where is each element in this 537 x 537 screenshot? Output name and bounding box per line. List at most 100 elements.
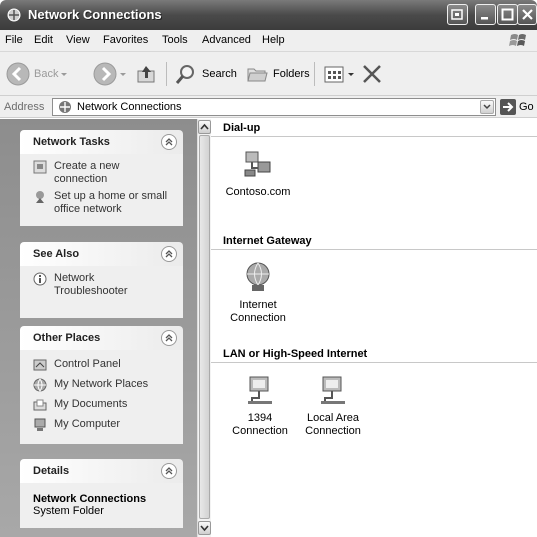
menu-favorites[interactable]: Favorites	[103, 34, 148, 46]
search-button[interactable]: Search	[174, 60, 237, 88]
connection-label: 1394 Connection	[232, 412, 288, 437]
network-tasks-header[interactable]: Network Tasks	[20, 130, 183, 154]
collapse-button[interactable]	[161, 134, 177, 150]
scroll-up-button[interactable]	[198, 120, 211, 134]
views-button[interactable]	[322, 60, 356, 88]
group-header-lan: LAN or High-Speed Internet	[223, 348, 368, 360]
scroll-thumb[interactable]	[199, 135, 210, 519]
vertical-scrollbar[interactable]	[197, 119, 211, 537]
panel-title: See Also	[33, 248, 80, 260]
lan-connection-icon	[248, 376, 272, 404]
delete-button[interactable]	[360, 60, 384, 88]
views-dropdown-icon[interactable]	[346, 62, 356, 86]
forward-button[interactable]	[93, 60, 127, 88]
my-documents-link[interactable]: My Documents	[33, 398, 175, 412]
menu-tools[interactable]: Tools	[162, 34, 188, 46]
dialup-connection-icon	[244, 151, 271, 177]
chevron-up-icon	[165, 138, 173, 146]
collapse-button[interactable]	[161, 330, 177, 346]
restore-window-icon	[451, 9, 463, 20]
go-arrow-button[interactable]	[500, 99, 516, 115]
group-divider	[211, 249, 537, 250]
menu-edit[interactable]: Edit	[34, 34, 53, 46]
scroll-down-button[interactable]	[198, 521, 211, 535]
folders-button[interactable]: Folders	[245, 60, 310, 88]
forward-arrow-icon	[93, 62, 117, 86]
group-header-dialup: Dial-up	[223, 122, 261, 134]
maximize-icon	[501, 8, 514, 21]
control-panel-link[interactable]: Control Panel	[33, 358, 175, 372]
details-header[interactable]: Details	[20, 459, 183, 483]
panel-title: Details	[33, 465, 70, 477]
connection-1394[interactable]: 1394 Connection	[220, 374, 300, 438]
go-label[interactable]: Go	[519, 101, 534, 113]
back-button[interactable]: Back	[6, 60, 68, 88]
info-icon	[33, 272, 47, 286]
address-field[interactable]: Network Connections	[52, 98, 496, 116]
go-arrow-icon	[503, 102, 514, 112]
views-icon	[324, 66, 344, 83]
up-folder-icon	[137, 66, 155, 83]
panel-title: Other Places	[33, 332, 101, 344]
menu-file[interactable]: File	[5, 34, 23, 46]
connection-contoso[interactable]: Contoso.com	[218, 148, 298, 199]
back-dropdown-icon[interactable]	[58, 62, 68, 86]
back-arrow-icon	[6, 62, 30, 86]
other-places-panel: Other Places Control Panel My Network Pl…	[20, 326, 183, 444]
panel-title: Network Tasks	[33, 136, 110, 148]
menu-advanced[interactable]: Advanced	[202, 34, 251, 46]
network-troubleshooter-link[interactable]: Network Troubleshooter	[33, 272, 175, 298]
minimize-button[interactable]	[475, 4, 496, 25]
forward-dropdown-icon[interactable]	[117, 62, 127, 86]
address-dropdown-button[interactable]	[480, 100, 494, 114]
globe-icon	[33, 378, 47, 392]
lan-connection-icon	[321, 376, 345, 404]
delete-x-icon	[363, 65, 381, 83]
other-places-header[interactable]: Other Places	[20, 326, 183, 350]
network-connections-icon	[7, 8, 21, 22]
panel-body: Control Panel My Network Places My Docum…	[20, 350, 183, 444]
connection-internet[interactable]: Internet Connection	[218, 261, 298, 325]
window-icon-button[interactable]	[447, 4, 468, 25]
collapse-button[interactable]	[161, 246, 177, 262]
toolbar-separator	[314, 62, 315, 86]
network-tasks-panel: Network Tasks Create a new connection Se…	[20, 130, 183, 226]
network-connections-icon	[59, 101, 71, 113]
control-panel-icon	[33, 359, 47, 371]
details-type: System Folder	[33, 505, 104, 517]
details-panel: Details Network Connections System Folde…	[20, 459, 183, 528]
collapse-button[interactable]	[161, 463, 177, 479]
menu-help[interactable]: Help	[262, 34, 285, 46]
back-label: Back	[34, 68, 59, 80]
connection-label: Local Area Connection	[305, 412, 361, 437]
see-also-header[interactable]: See Also	[20, 242, 183, 266]
task-label: Control Panel	[54, 358, 121, 370]
task-label: My Computer	[54, 418, 121, 430]
panel-body: Network Troubleshooter	[20, 266, 183, 318]
maximize-button[interactable]	[497, 4, 518, 25]
details-name: Network Connections	[33, 493, 147, 505]
menu-view[interactable]: View	[66, 34, 90, 46]
my-network-places-link[interactable]: My Network Places	[33, 378, 175, 392]
task-label: Set up a home or small office network	[54, 190, 168, 215]
my-computer-link[interactable]: My Computer	[33, 418, 175, 432]
scroll-down-icon	[200, 525, 209, 532]
minimize-icon	[481, 17, 488, 20]
toolbar-separator	[166, 62, 167, 86]
chevron-up-icon	[165, 250, 173, 258]
panel-body: Create a new connection Set up a home or…	[20, 154, 183, 226]
search-icon	[175, 65, 194, 84]
task-pane: Network Tasks Create a new connection Se…	[0, 119, 197, 537]
group-divider	[211, 136, 537, 137]
setup-home-network-link[interactable]: Set up a home or small office network	[33, 190, 175, 216]
search-label: Search	[202, 68, 237, 80]
up-folder-button[interactable]	[135, 60, 159, 88]
connection-local-area[interactable]: Local Area Connection	[293, 374, 373, 438]
title-bar[interactable]: Network Connections	[0, 0, 537, 30]
internet-gateway-icon	[246, 262, 270, 291]
folders-label: Folders	[273, 68, 310, 80]
group-divider	[211, 362, 537, 363]
close-button[interactable]	[517, 4, 537, 25]
address-value: Network Connections	[77, 101, 182, 113]
create-connection-link[interactable]: Create a new connection	[33, 160, 175, 186]
